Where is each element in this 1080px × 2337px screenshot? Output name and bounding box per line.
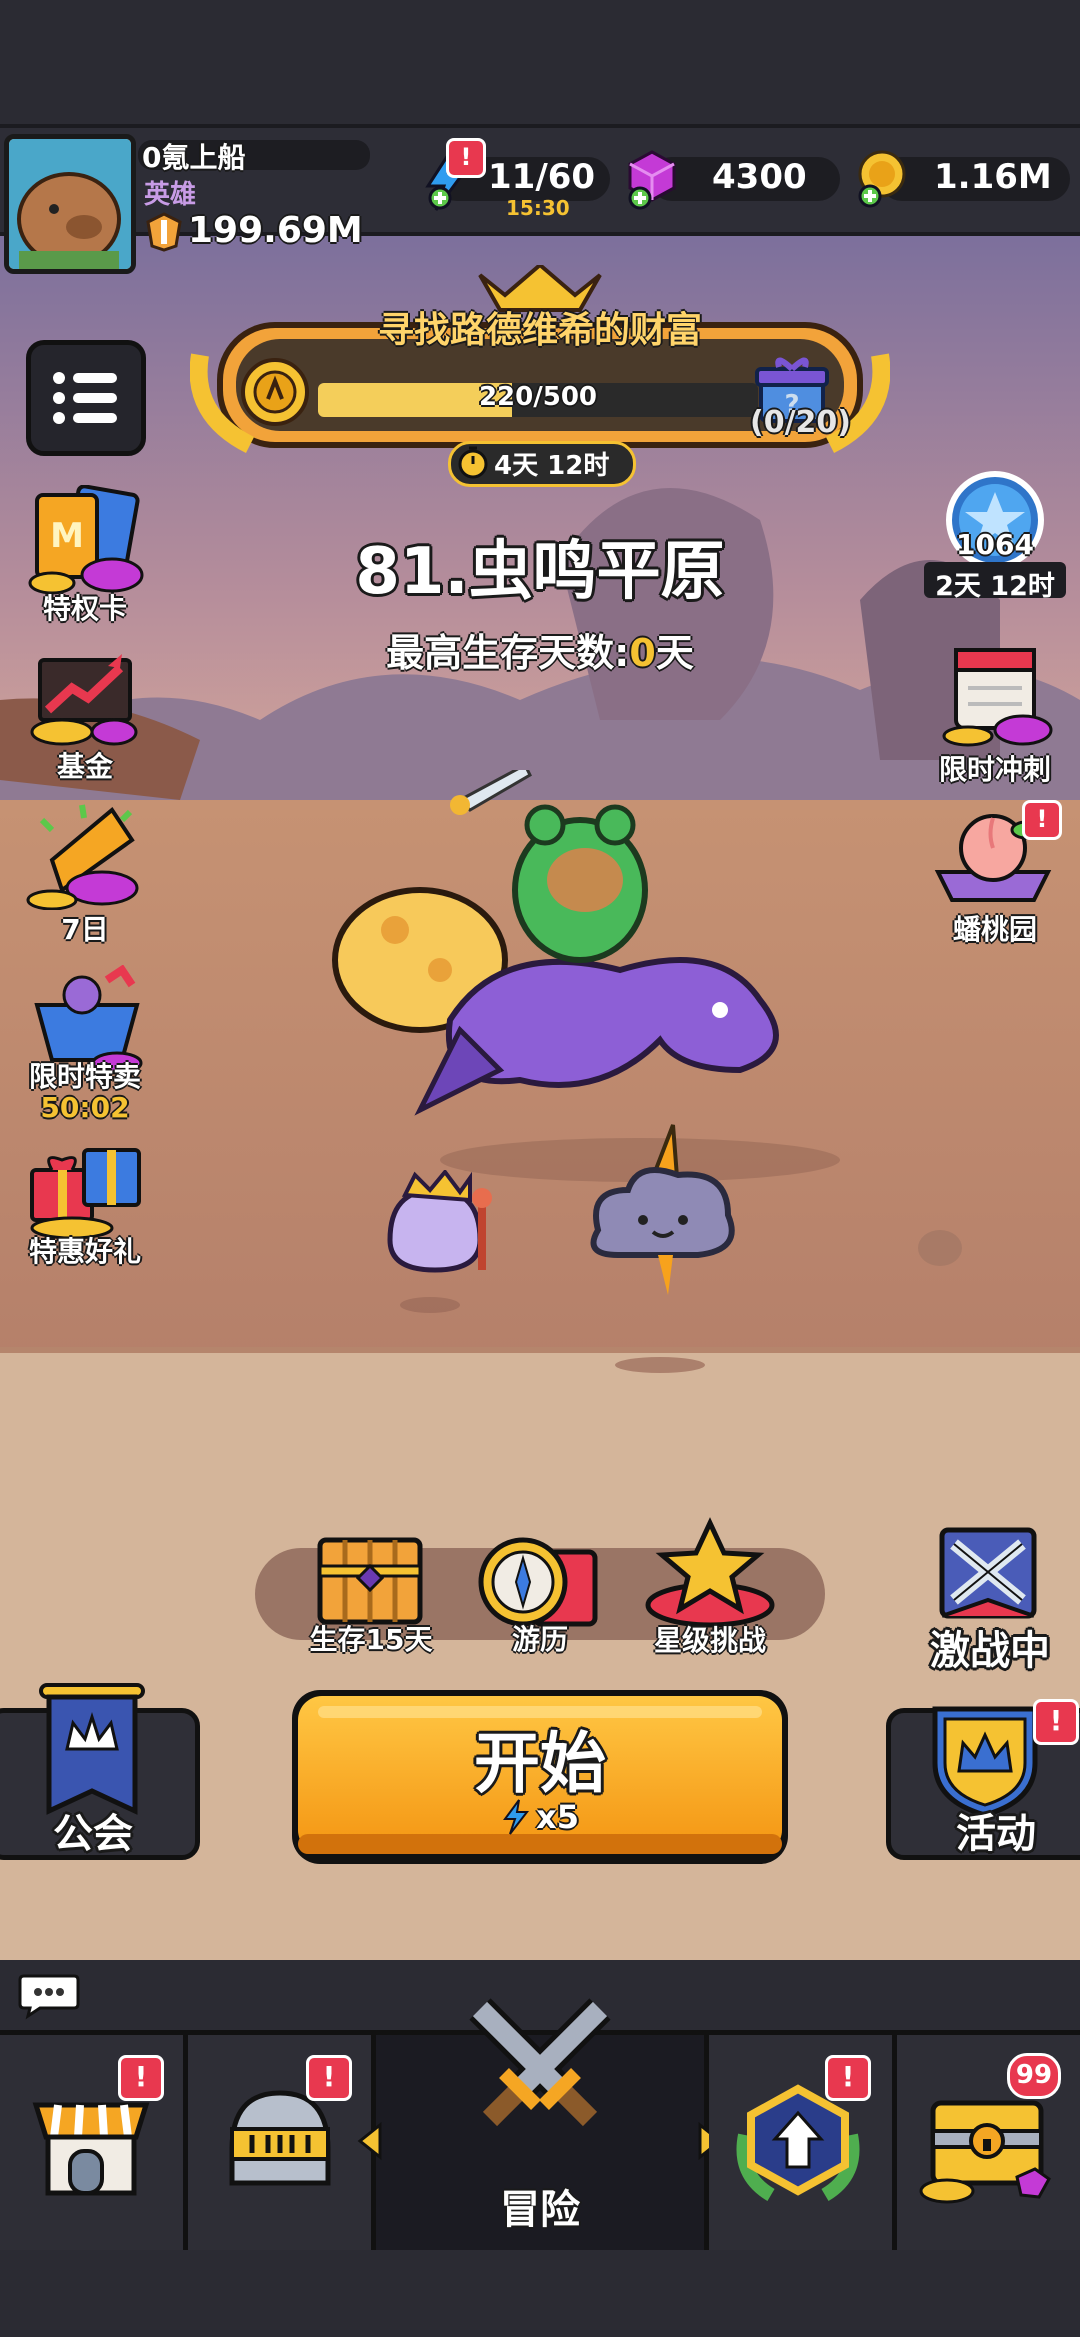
seven-day-entry[interactable]: 7日 [0,800,170,946]
travel-mode-button[interactable]: 游历 [465,1522,615,1662]
peach-garden-label: 蟠桃园 [952,913,1037,946]
upgrade-alert-badge: ! [825,2055,871,2101]
energy-cost-icon [503,1799,530,1835]
flash-sale-entry[interactable]: 限时特卖 50:02 [0,965,170,1125]
start-button[interactable]: 开始 x5 [292,1690,788,1864]
battle-in-progress-label: 激战中 [930,1628,1050,1674]
coin-icon[interactable] [852,148,912,210]
chat-bubble-icon [18,1974,80,2020]
svg-text:M: M [50,516,84,556]
list-menu-icon [53,372,117,424]
start-label: 开始 [474,1725,606,1802]
shop-alert-badge: ! [118,2055,164,2101]
thunder-cloud-pet-sprite [590,1124,735,1295]
star-challenge-button[interactable]: 星级挑战 [635,1515,785,1665]
guild-label: 公会 [53,1811,133,1857]
event-banner[interactable]: 寻找路德维希的财富 220/500 ? (0/20) 4天 12时 [190,265,890,487]
stage-best-survival-unit: 天 [655,631,694,675]
stage-best-survival-value: 0 [629,631,656,675]
gift-boxes-icon [30,1148,141,1240]
crossed-swords-icon [469,1998,611,2127]
stage-best-survival-label: 最高生存天数: [386,631,630,675]
bottom-navigation: ! ! 冒险 ! 99 [0,1998,1080,2250]
compass-medal-icon [240,357,310,427]
activity-alert-badge: ! [1033,1699,1079,1745]
survive-mode-label: 生存15天 [309,1623,433,1656]
fund-label: 基金 [56,750,113,783]
stopwatch-icon [456,445,490,479]
activity-button[interactable]: ! 活动 [886,1699,1080,1860]
guild-button[interactable]: 公会 [0,1683,200,1860]
player-title: 英雄 [144,180,197,210]
nav-tab-equipment[interactable]: ! [188,2035,376,2250]
start-cost-value: x5 [536,1798,579,1836]
sprint-calendar-icon [942,648,1053,747]
player-power: 199.69M [188,210,363,251]
event-chest-count: (0/20) [750,405,852,440]
special-gift-entry[interactable]: 特惠好礼 [0,1130,170,1270]
crown-shield-icon [932,1706,1038,1817]
fund-entry[interactable]: 基金 [0,640,170,785]
flash-sale-label: 限时特卖 [28,1060,141,1093]
compass-book-icon [478,1537,598,1627]
nav-tab-shop[interactable]: ! [0,2035,188,2250]
party-popper-icon [26,804,139,910]
event-time-left: 4天 12时 [494,451,610,481]
adventure-label: 冒险 [500,2187,580,2233]
gem-icon[interactable] [622,148,682,210]
capybara-portrait-icon [9,139,131,269]
gem-count: 4300 [712,157,807,197]
crossed-swords-banner-icon [939,1527,1037,1619]
peach-garden-alert-badge: ! [1022,800,1062,840]
fund-chart-icon [30,654,138,746]
survive-mode-button[interactable]: 生存15天 [296,1522,446,1662]
event-progress-text: 220/500 [478,382,598,412]
special-gift-label: 特惠好礼 [28,1235,141,1268]
star-rank-count: 1064 [956,528,1034,561]
privilege-card-entry[interactable]: M 特权卡 [0,485,170,625]
power-icon [144,212,184,252]
energy-alert-badge: ! [446,138,486,178]
player-name: 0氪上船 [142,141,246,174]
battle-in-progress-button[interactable]: 激战中 [910,1520,1070,1674]
hero-on-dragon-sprite [332,770,779,1116]
nav-tab-chest[interactable]: 99 [897,2035,1080,2250]
nav-tab-upgrade[interactable]: ! [709,2035,897,2250]
star-challenge-label: 星级挑战 [653,1624,766,1657]
equipment-alert-badge: ! [306,2055,352,2101]
coin-count: 1.16M [934,157,1052,197]
travel-mode-label: 游历 [511,1623,568,1656]
energy-count: 11/60 [488,157,596,197]
seven-day-label: 7日 [61,913,109,946]
peach-garden-entry[interactable]: ! 蟠桃园 [910,800,1080,946]
start-cost: x5 [292,1798,788,1836]
player-avatar[interactable] [4,134,136,274]
star-trophy-icon [645,1517,775,1628]
energy-timer: 15:30 [506,196,570,220]
nav-tab-adventure[interactable]: 冒险 [357,1998,723,2250]
flash-sale-timer: 50:02 [40,1091,130,1124]
activity-label: 活动 [956,1811,1036,1857]
star-rank-entry[interactable]: 1064 2天 12时 [920,470,1070,602]
privilege-card-icon: M [28,485,144,595]
chest-count-badge: 99 [1007,2053,1061,2099]
limited-sprint-entry[interactable]: 限时冲刺 [910,640,1080,786]
limited-sprint-label: 限时冲刺 [938,753,1051,786]
event-title: 寻找路德维希的财富 [377,310,702,351]
main-menu-button[interactable] [26,340,146,456]
nav-left-arrow-icon [357,2121,382,2161]
ghost-king-pet-sprite [387,1170,492,1273]
chat-button[interactable] [18,1970,82,2020]
wooden-gate-icon [317,1537,423,1625]
privilege-card-label: 特权卡 [42,592,127,625]
star-rank-timer: 2天 12时 [935,571,1055,602]
